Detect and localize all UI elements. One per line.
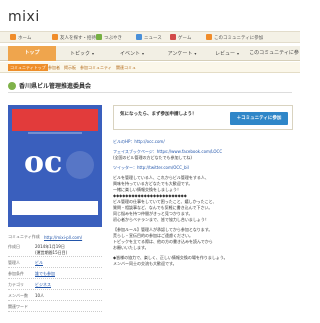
info-row-keywords: 関連ワード: [8, 301, 102, 312]
community-image[interactable]: oc: [8, 105, 102, 227]
tab-1[interactable]: トピック ▾: [58, 46, 106, 61]
topnav-item-home[interactable]: ホーム: [10, 34, 31, 42]
info-key: 作成日: [8, 244, 20, 249]
subnav-link-joined-communities[interactable]: 参加コミュニティ: [80, 64, 112, 71]
tab-3[interactable]: アンケート ▾: [158, 46, 206, 61]
topnav-item-label: このコミュニティに参加: [214, 36, 264, 41]
info-row-creator: コミュニティ作成 http://mixi-pll.com/: [8, 232, 102, 241]
info-value-link[interactable]: ビジネス: [35, 282, 51, 288]
topnav-item-chat[interactable]: つぶやき: [96, 34, 122, 42]
chat-icon: [96, 34, 102, 40]
topnav-item-game[interactable]: ゲーム: [170, 34, 191, 42]
community-tabs: トップトピック▾イベント▾アンケート▾レビュー▾このコミュニティに参加: [0, 46, 300, 71]
info-row-created: 作成日 2014年1月19日 (運営期間15日目): [8, 241, 102, 257]
home-icon: [10, 34, 16, 40]
join-message: 気になったら、まず参加申請しよう！: [120, 112, 197, 117]
subnav-link-related[interactable]: 関連コミュ: [116, 64, 136, 71]
people-icon: [52, 34, 58, 40]
topnav-item-label: 友人を探す・招待: [60, 36, 96, 41]
tab-4[interactable]: レビュー ▾: [208, 46, 246, 61]
join-prompt-box: 気になったら、まず参加申請しよう！ ＋コミュニティに参加: [113, 105, 293, 130]
news-icon: [136, 34, 142, 40]
topnav-item-people[interactable]: 友人を探す・招待: [52, 34, 96, 42]
community-info: コミュニティ作成 http://mixi-pll.com/ 作成日 2014年1…: [8, 232, 102, 312]
topnav-item-news[interactable]: ニュース: [136, 34, 162, 42]
topnav-item-label: つぶやき: [104, 36, 122, 41]
community-icon: [8, 82, 16, 90]
topnav-item-community[interactable]: このコミュニティに参加: [206, 34, 263, 42]
topnav-item-label: ニュース: [144, 36, 162, 41]
mixi-logo[interactable]: mixi: [8, 9, 40, 25]
info-row-conditions: 参加条件 誰でも参加: [8, 268, 102, 279]
chevron-down-icon: ▾: [92, 51, 95, 56]
info-key: 管理人: [8, 260, 20, 265]
tab-5[interactable]: このコミュニティに参加: [248, 46, 300, 71]
info-row-category: カテゴリ ビジネス: [8, 279, 102, 290]
info-row-admin: 管理人 ビル: [8, 257, 102, 268]
tab-0[interactable]: トップ: [8, 46, 56, 61]
tab-label: レビュー: [214, 51, 235, 57]
info-value: 10人: [35, 293, 45, 298]
community-description: ビルのHP：http://occ.com/フェイスブックページ：https://…: [113, 139, 293, 323]
chevron-down-icon: ▾: [194, 51, 197, 56]
game-icon: [170, 34, 176, 40]
community-title: 香川県ビル管理推進委員会: [19, 83, 92, 90]
info-key: カテゴリ: [8, 282, 24, 287]
tab-2[interactable]: イベント ▾: [108, 46, 156, 61]
info-key: 参加条件: [8, 271, 24, 276]
info-row-members: メンバー数 10人: [8, 290, 102, 301]
subnav-link-members[interactable]: 参加者: [48, 64, 60, 71]
global-nav: ホーム 友人を探す・招待 つぶやき ニュース ゲーム このコミュニティに参加: [0, 31, 300, 43]
tab-label: イベント: [119, 51, 140, 57]
info-value-link[interactable]: 誰でも参加: [35, 271, 55, 277]
subnav-current[interactable]: コミュニティトップ: [8, 64, 48, 71]
info-key: 関連ワード: [8, 304, 28, 309]
community-logo-text: oc: [24, 145, 63, 180]
tab-label: トピック: [69, 51, 90, 57]
description-line: メンバー同士の交流も大歓迎です。: [113, 261, 177, 266]
join-community-button[interactable]: ＋コミュニティに参加: [230, 112, 288, 125]
tab-label: アンケート: [167, 51, 193, 57]
info-value-link[interactable]: http://mixi-pll.com/: [44, 235, 82, 240]
community-icon: [206, 34, 212, 40]
sub-nav: コミュニティトップ 参加者 掲示板 参加コミュニティ 関連コミュ: [0, 62, 300, 73]
chevron-down-icon: ▾: [142, 51, 145, 56]
community-title-bar: 香川県ビル管理推進委員会: [8, 79, 292, 93]
topnav-item-label: ゲーム: [178, 36, 192, 41]
subnav-link-board[interactable]: 掲示板: [64, 64, 76, 71]
topnav-item-label: ホーム: [18, 36, 32, 41]
info-value-link[interactable]: ビル: [35, 260, 43, 266]
info-key: メンバー数: [8, 293, 28, 298]
info-subvalue: (運営期間15日目): [35, 250, 68, 255]
info-key: コミュニティ作成: [8, 234, 40, 239]
chevron-down-icon: ▾: [237, 51, 240, 56]
tab-label: トップ: [24, 50, 40, 56]
